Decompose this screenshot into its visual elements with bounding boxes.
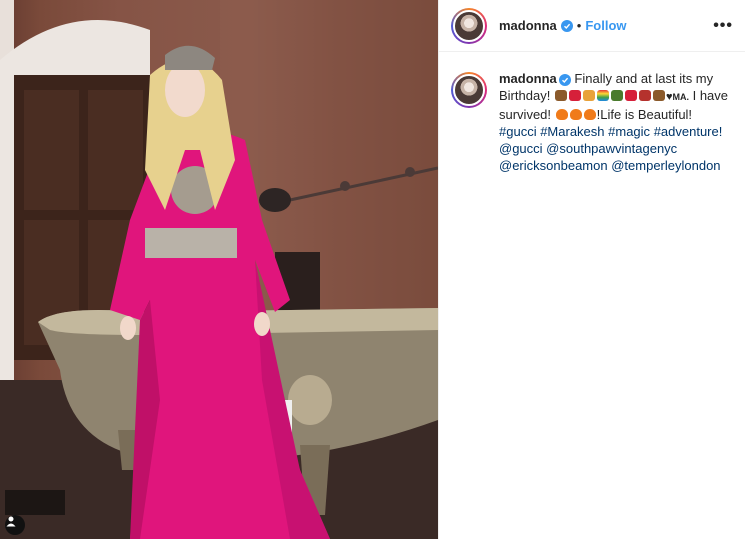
header-username[interactable]: madonna <box>499 18 557 33</box>
emoji-party-popper-icon <box>582 90 595 101</box>
mention-southpawvintagenyc[interactable]: @southpawvintagenyc <box>546 141 677 156</box>
post-header: madonna • Follow ••• <box>439 0 745 52</box>
hashtag-gucci[interactable]: #gucci <box>499 124 537 139</box>
emoji-fire-icon <box>583 109 596 120</box>
separator-dot: • <box>576 18 582 33</box>
emoji-heart-icon <box>624 90 637 101</box>
caption-verified-icon <box>558 74 571 86</box>
mention-temperleylondon[interactable]: @temperleylondon <box>611 158 720 173</box>
avatar[interactable] <box>451 7 487 44</box>
mention-ericksonbeamon[interactable]: @ericksonbeamon <box>499 158 608 173</box>
caption: madonna Finally and at last its my Birth… <box>439 70 745 174</box>
emoji-fire-icon <box>569 109 582 120</box>
emoji-rainbow-icon <box>596 90 609 101</box>
caption-line-3: !Life is Beautiful! <box>596 107 693 122</box>
caption-text: madonna Finally and at last its my Birth… <box>499 70 733 174</box>
verified-badge-icon <box>560 19 573 32</box>
mention-gucci[interactable]: @gucci <box>499 141 543 156</box>
emoji-heart-icon <box>568 90 581 101</box>
emoji-cake-icon <box>554 90 567 101</box>
photo-illustration <box>0 0 438 539</box>
emoji-gift-icon <box>638 90 651 101</box>
emoji-cake-icon <box>652 90 665 101</box>
post-photo[interactable] <box>0 0 438 539</box>
user-tag-icon[interactable] <box>5 515 25 535</box>
caption-avatar[interactable] <box>451 72 487 108</box>
emoji-bottle-icon <box>610 90 623 101</box>
hashtag-marakesh[interactable]: #Marakesh <box>540 124 604 139</box>
follow-button[interactable]: Follow <box>585 18 626 33</box>
hashtag-magic[interactable]: #magic <box>608 124 650 139</box>
hashtag-adventure[interactable]: #adventure! <box>654 124 723 139</box>
caption-username[interactable]: madonna <box>499 71 557 86</box>
emoji-fire-icon <box>555 109 568 120</box>
more-options-icon[interactable]: ••• <box>713 17 733 35</box>
caption-ma: MA. <box>672 92 689 102</box>
